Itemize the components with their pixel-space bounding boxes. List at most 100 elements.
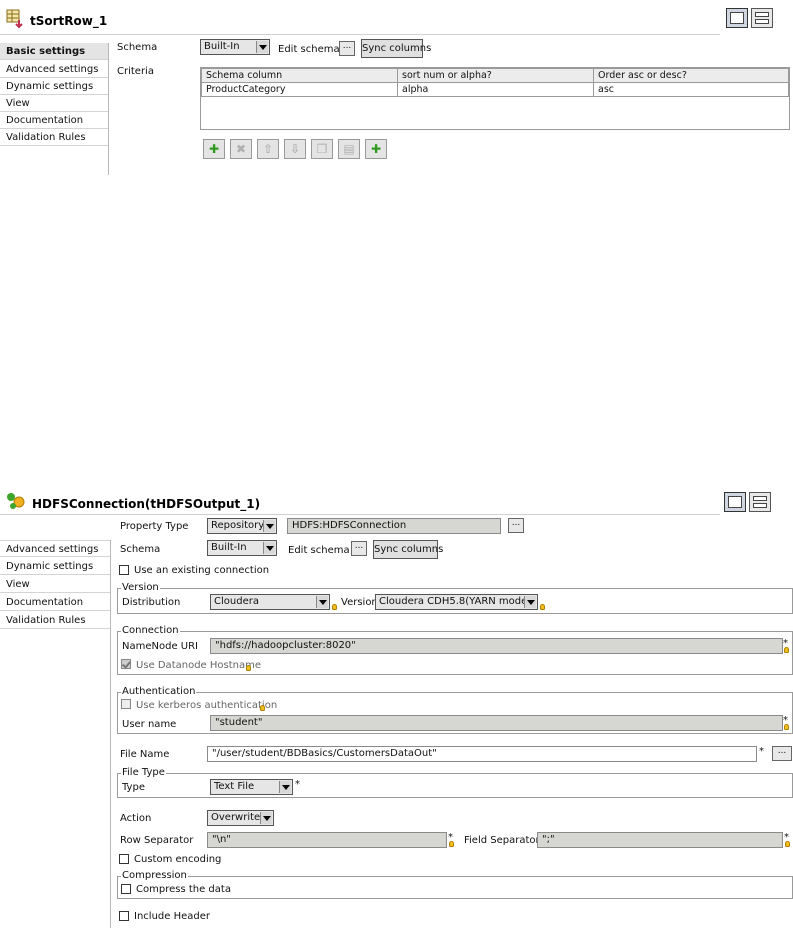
sidebar-item-basic-settings[interactable]: Basic settings (0, 43, 108, 60)
required-mark: * (759, 746, 764, 757)
compression-group-title: Compression (121, 870, 188, 881)
sidebar-item-validation-rules[interactable]: Validation Rules (0, 612, 110, 629)
title-divider (0, 514, 720, 515)
table-view-toggle[interactable] (726, 8, 748, 28)
chevron-down-icon (263, 542, 275, 554)
file-browse-button[interactable]: ... (772, 746, 792, 761)
version-group-title: Version (121, 582, 160, 593)
sidebar-item-view[interactable]: View (0, 95, 108, 112)
include-header-label: Include Header (134, 911, 210, 922)
sidebar-item-dynamic-settings[interactable]: Dynamic settings (0, 558, 110, 575)
edit-schema-button[interactable]: ... (351, 541, 367, 556)
sidebar-item-advanced-settings[interactable]: Advanced settings (0, 61, 108, 78)
action-select[interactable]: Overwrite (207, 810, 274, 826)
distribution-label: Distribution (122, 597, 181, 608)
sort-row-component-icon (6, 9, 23, 29)
schema-select-value: Built-In (211, 542, 247, 553)
repository-browse-button[interactable]: ... (508, 518, 524, 533)
schema-label: Schema (120, 544, 161, 555)
title-divider (0, 34, 720, 35)
namenode-uri-label: NameNode URI (122, 641, 198, 652)
panel-title: tSortRow_1 (30, 14, 108, 28)
chevron-down-icon (524, 596, 536, 608)
use-datanode-hostname-checkbox[interactable] (121, 659, 131, 669)
criteria-label: Criteria (117, 66, 154, 77)
compress-data-label: Compress the data (136, 884, 231, 895)
row-separator-field[interactable]: "\n" (207, 832, 447, 848)
connection-group-title: Connection (121, 625, 180, 636)
action-value: Overwrite (211, 812, 261, 823)
distribution-select[interactable]: Cloudera (210, 594, 330, 610)
schema-label: Schema (117, 42, 158, 53)
table-cell[interactable]: alpha (397, 82, 594, 97)
sidebar-item-validation-rules[interactable]: Validation Rules (0, 129, 108, 146)
kerberos-label: Use kerberos authentication (136, 700, 278, 711)
table-header[interactable]: Order asc or desc? (593, 68, 789, 83)
sidebar-item-view[interactable]: View (0, 576, 110, 593)
username-label: User name (122, 719, 177, 730)
chevron-down-icon (263, 520, 275, 532)
schema-select[interactable]: Built-In (200, 39, 270, 55)
hdfs-component-icon (7, 493, 25, 509)
paste-icon[interactable]: ▤ (338, 139, 360, 159)
required-mark: * (295, 779, 300, 790)
table-view-toggle[interactable] (724, 492, 746, 512)
field-separator-field[interactable]: ";" (537, 832, 783, 848)
add-multiple-icon[interactable]: ✚ (365, 139, 387, 159)
schema-select-value: Built-In (204, 41, 240, 52)
repository-field[interactable]: HDFS:HDFSConnection (287, 518, 501, 534)
file-name-label: File Name (120, 749, 170, 760)
table-cell[interactable]: asc (593, 82, 789, 97)
property-type-select[interactable]: Repository (207, 518, 277, 534)
namenode-uri-field[interactable]: "hdfs://hadoopcluster:8020" (210, 638, 783, 654)
list-view-icon (753, 496, 767, 501)
custom-encoding-checkbox[interactable] (119, 854, 129, 864)
table-view-icon (728, 496, 742, 508)
sidebar-item-documentation[interactable]: Documentation (0, 594, 110, 611)
sidebar-item-advanced-settings[interactable]: Advanced settings (0, 540, 110, 557)
version-label: Version (341, 597, 378, 608)
table-row[interactable]: ProductCategory alpha asc (201, 82, 789, 97)
sync-columns-button[interactable]: Sync columns (361, 39, 431, 58)
action-label: Action (120, 813, 152, 824)
version-select[interactable]: Cloudera CDH5.8(YARN mode) (375, 594, 538, 610)
remove-icon[interactable]: ✖ (230, 139, 252, 159)
table-cell[interactable]: ProductCategory (201, 82, 398, 97)
sync-columns-button[interactable]: Sync columns (373, 540, 443, 559)
hint-icon (246, 665, 251, 671)
table-header[interactable]: Schema column (201, 68, 398, 83)
move-down-icon[interactable]: ⇩ (284, 139, 306, 159)
table-header[interactable]: sort num or alpha? (397, 68, 594, 83)
chevron-down-icon (256, 41, 268, 53)
file-name-field[interactable]: "/user/student/BDBasics/CustomersDataOut… (207, 746, 757, 762)
hint-icon (784, 647, 789, 653)
version-value: Cloudera CDH5.8(YARN mode) (379, 596, 532, 607)
username-field[interactable]: "student" (210, 715, 783, 731)
edit-schema-button[interactable]: ... (339, 41, 355, 56)
sidebar-item-documentation[interactable]: Documentation (0, 112, 108, 129)
type-label: Type (122, 782, 145, 793)
panel-title: HDFSConnection(tHDFSOutput_1) (32, 497, 261, 511)
file-type-value: Text File (214, 781, 255, 792)
file-type-select[interactable]: Text File (210, 779, 293, 795)
list-view-toggle[interactable] (749, 492, 771, 512)
hint-icon (540, 604, 545, 610)
sidebar-item-dynamic-settings[interactable]: Dynamic settings (0, 78, 108, 95)
copy-icon[interactable]: ❐ (311, 139, 333, 159)
list-view-toggle[interactable] (751, 8, 773, 28)
chevron-down-icon (279, 781, 291, 793)
list-view-icon (755, 12, 769, 17)
schema-select[interactable]: Built-In (207, 540, 277, 556)
move-up-icon[interactable]: ⇧ (257, 139, 279, 159)
criteria-table: Schema column sort num or alpha? Order a… (201, 68, 789, 97)
chevron-down-icon (260, 812, 272, 824)
row-separator-label: Row Separator (120, 835, 194, 846)
kerberos-checkbox[interactable] (121, 699, 131, 709)
add-icon[interactable]: ✚ (203, 139, 225, 159)
table-view-icon (730, 12, 744, 24)
chevron-down-icon (316, 596, 328, 608)
compress-data-checkbox[interactable] (121, 884, 131, 894)
include-header-checkbox[interactable] (119, 911, 129, 921)
use-existing-connection-checkbox[interactable] (119, 565, 129, 575)
hint-icon (785, 841, 790, 847)
